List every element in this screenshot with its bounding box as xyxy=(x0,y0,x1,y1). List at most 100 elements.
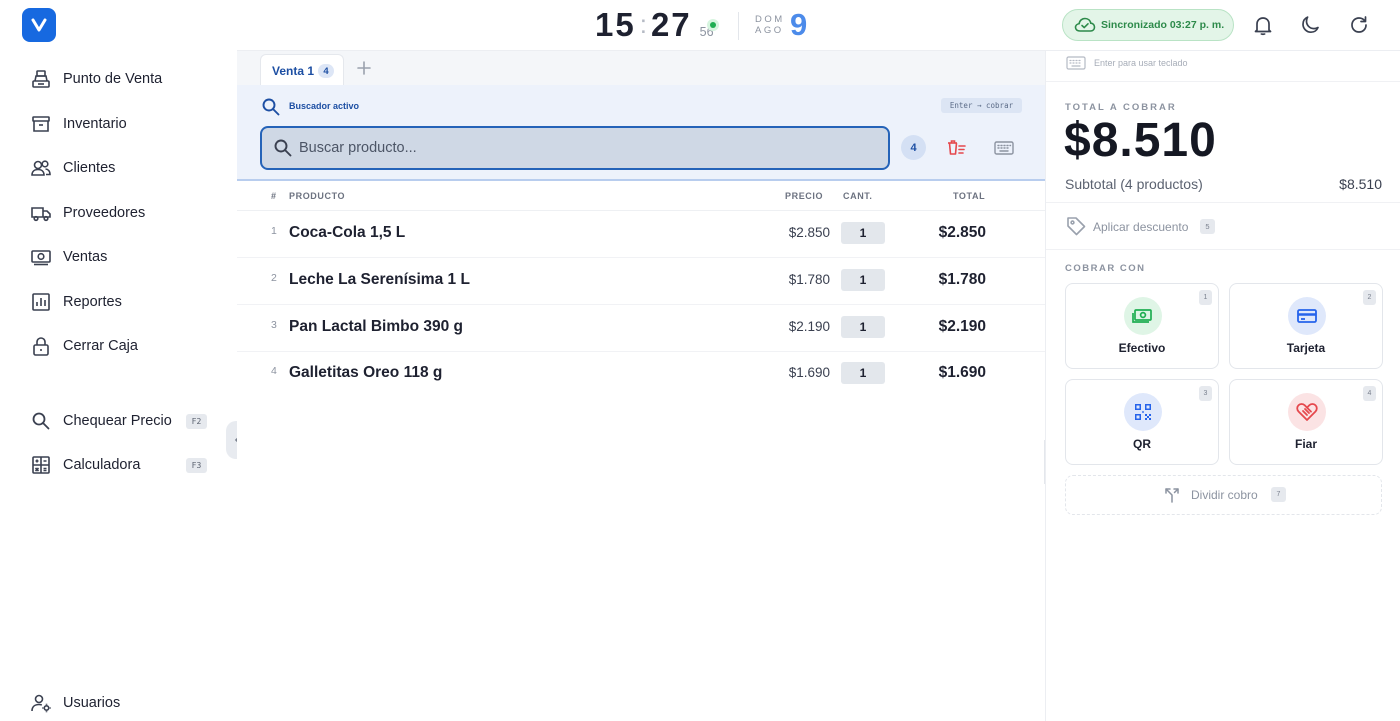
enter-shortcut-hint: Enter → cobrar xyxy=(941,98,1022,113)
sidebar-item-ventas[interactable]: Ventas xyxy=(0,237,237,277)
shortcut-badge: 5 xyxy=(1200,219,1215,234)
search-icon xyxy=(32,412,50,430)
top-bar: 15 : 27 56 DOM AGO 9 Sincronizado 03:27 … xyxy=(237,0,1400,51)
keyboard-hint: Enter para usar teclado xyxy=(1066,56,1188,75)
truck-icon xyxy=(31,207,51,222)
discount-label: Aplicar descuento xyxy=(1093,220,1189,234)
table-row[interactable]: 4 Galletitas Oreo 118 g $1.690 1 $1.690 xyxy=(237,351,1045,398)
quantity-field[interactable]: 1 xyxy=(841,222,885,244)
moon-icon[interactable] xyxy=(1300,14,1322,36)
sidebar-item-usuarios[interactable]: Usuarios xyxy=(0,683,237,721)
sidebar-item-label: Usuarios xyxy=(63,695,121,711)
shortcut-badge: F3 xyxy=(186,458,207,473)
sidebar-item-label: Ventas xyxy=(63,249,108,265)
bell-icon[interactable] xyxy=(1252,14,1274,36)
line-total: $1.690 xyxy=(938,364,986,381)
payment-method-label: Efectivo xyxy=(1118,341,1166,355)
product-price: $1.690 xyxy=(788,365,830,380)
search-box xyxy=(260,126,890,170)
app-logo[interactable] xyxy=(22,8,56,42)
payment-method-label: Fiar xyxy=(1294,437,1317,451)
sync-status-text: Sincronizado 03:27 p. m. xyxy=(1101,19,1225,31)
date-month: AGO xyxy=(755,25,784,36)
sidebar-item-calculadora[interactable]: Calculadora F3 xyxy=(0,445,237,485)
user-settings-icon xyxy=(31,694,51,713)
sidebar-item-label: Chequear Precio xyxy=(63,413,172,429)
sidebar: Punto de Venta Inventario Clientes Prove… xyxy=(0,0,237,721)
sidebar-item-label: Proveedores xyxy=(63,205,146,221)
row-index: 2 xyxy=(271,272,277,284)
sidebar-item-label: Clientes xyxy=(63,160,116,176)
search-icon xyxy=(262,98,280,116)
split-payment-button[interactable]: Dividir cobro 7 xyxy=(1065,475,1382,515)
payment-method-label: Tarjeta xyxy=(1286,341,1326,355)
qr-code-icon xyxy=(1124,393,1162,431)
split-icon xyxy=(1165,488,1179,503)
clear-list-icon[interactable] xyxy=(945,137,967,159)
online-indicator xyxy=(707,19,719,31)
quantity-field[interactable]: 1 xyxy=(841,316,885,338)
keyboard-icon[interactable] xyxy=(993,137,1015,159)
cloud-check-icon xyxy=(1074,17,1096,32)
sale-panel: Venta 1 4 Buscador activo Enter → cobrar… xyxy=(237,51,1045,721)
column-qty: CANT. xyxy=(843,191,873,201)
search-icon xyxy=(274,139,292,157)
handshake-icon xyxy=(1288,393,1326,431)
sidebar-item-label: Inventario xyxy=(63,116,127,132)
sidebar-item-clientes[interactable]: Clientes xyxy=(0,148,237,188)
refresh-icon[interactable] xyxy=(1348,14,1370,36)
clock-hours: 15 xyxy=(595,6,636,43)
plus-icon[interactable] xyxy=(355,59,373,77)
pay-qr-button[interactable]: QR 3 xyxy=(1065,379,1219,465)
shortcut-badge: 7 xyxy=(1271,487,1286,502)
logo-v-icon xyxy=(31,18,47,32)
checkout-panel: Enter para usar teclado TOTAL A COBRAR $… xyxy=(1045,51,1400,721)
payment-method-label: QR xyxy=(1133,437,1151,451)
pay-cash-button[interactable]: Efectivo 1 xyxy=(1065,283,1219,369)
product-name: Pan Lactal Bimbo 390 g xyxy=(289,318,463,335)
subtotal-amount: $8.510 xyxy=(1339,176,1382,192)
keyboard-icon xyxy=(1066,56,1086,70)
pay-card-button[interactable]: Tarjeta 2 xyxy=(1229,283,1383,369)
lock-icon xyxy=(33,337,49,356)
divider xyxy=(1046,202,1400,203)
column-product: PRODUCTO xyxy=(289,191,346,201)
shortcut-badge: 1 xyxy=(1199,290,1212,305)
apply-discount-button[interactable]: Aplicar descuento 5 xyxy=(1065,215,1225,237)
sidebar-item-reportes[interactable]: Reportes xyxy=(0,282,237,322)
sidebar-item-punto-de-venta[interactable]: Punto de Venta xyxy=(0,59,237,99)
tab-label: Venta 1 xyxy=(272,64,315,78)
product-name: Leche La Serenísima 1 L xyxy=(289,271,470,288)
search-input[interactable] xyxy=(299,136,879,160)
item-count-badge: 4 xyxy=(901,135,926,160)
product-name: Galletitas Oreo 118 g xyxy=(289,364,443,381)
pay-credit-button[interactable]: Fiar 4 xyxy=(1229,379,1383,465)
row-index: 3 xyxy=(271,319,277,331)
quantity-field[interactable]: 1 xyxy=(841,269,885,291)
subtotal-label: Subtotal (4 productos) xyxy=(1065,176,1203,192)
banknote-icon xyxy=(31,250,51,266)
sidebar-item-inventario[interactable]: Inventario xyxy=(0,104,237,144)
column-price: PRECIO xyxy=(785,191,824,201)
table-row[interactable]: 1 Coca-Cola 1,5 L $2.850 1 $2.850 xyxy=(237,211,1045,258)
keyboard-hint-text: Enter para usar teclado xyxy=(1094,58,1188,68)
sidebar-item-proveedores[interactable]: Proveedores xyxy=(0,193,237,233)
archive-box-icon xyxy=(32,116,50,132)
credit-card-icon xyxy=(1288,297,1326,335)
date-day: 9 xyxy=(790,7,808,42)
sidebar-item-cerrar-caja[interactable]: Cerrar Caja xyxy=(0,326,237,366)
split-payment-label: Dividir cobro xyxy=(1191,488,1258,502)
quantity-field[interactable]: 1 xyxy=(841,362,885,384)
shortcut-badge: 2 xyxy=(1363,290,1376,305)
clock-separator: : xyxy=(639,9,647,39)
tab-count-badge: 4 xyxy=(318,64,334,78)
table-row[interactable]: 2 Leche La Serenísima 1 L $1.780 1 $1.78… xyxy=(237,258,1045,305)
clock: 15 : 27 56 xyxy=(595,6,714,46)
sidebar-item-label: Cerrar Caja xyxy=(63,338,138,354)
sync-status-badge[interactable]: Sincronizado 03:27 p. m. xyxy=(1062,9,1234,41)
table-row[interactable]: 3 Pan Lactal Bimbo 390 g $2.190 1 $2.190 xyxy=(237,305,1045,352)
column-index: # xyxy=(271,191,277,201)
line-total: $2.190 xyxy=(938,318,986,335)
sidebar-item-chequear-precio[interactable]: Chequear Precio F2 xyxy=(0,401,237,441)
tab-venta-1[interactable]: Venta 1 4 xyxy=(260,54,344,85)
